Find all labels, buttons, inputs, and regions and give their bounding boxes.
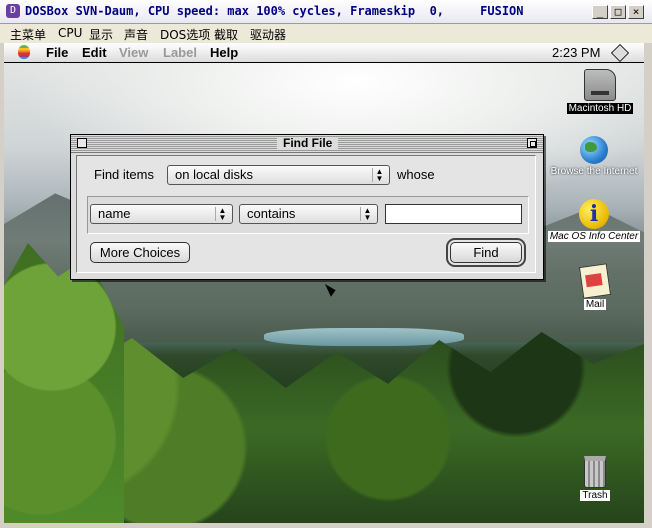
operator-popup[interactable]: contains ▲ ▼ [239,204,378,224]
desktop-icon-label: Browse the Internet [550,166,638,177]
host-menu-drives[interactable]: 驱动器 [250,26,286,43]
criteria-value-field[interactable] [385,204,522,224]
menu-file[interactable]: File [46,45,68,60]
window-collapse-box[interactable] [527,138,537,148]
menu-help[interactable]: Help [210,45,238,60]
lake [264,328,464,346]
hard-disk-icon [584,69,616,101]
popup-arrows-icon: ▲ ▼ [215,207,229,222]
menu-view[interactable]: View [119,45,148,60]
window-close-box[interactable] [77,138,87,148]
dosbox-app-icon[interactable]: D [6,4,20,18]
mac-menu-bar: File Edit View Label Help 2:23 PM [4,43,644,63]
host-menu-cpu[interactable]: CPU [58,26,82,40]
desktop-icon-label: Trash [580,490,610,501]
maximize-button[interactable]: □ [610,5,626,19]
find-button[interactable]: Find [446,238,526,267]
desktop-icon-label: Mac OS Info Center [547,231,641,242]
attribute-popup[interactable]: name ▲ ▼ [90,204,233,224]
minimize-button[interactable]: _ [592,5,608,19]
desktop-icon-mail[interactable]: Mail [570,263,620,310]
more-choices-button[interactable]: More Choices [90,242,190,263]
host-menu-dos-options[interactable]: DOS选项 [160,26,210,43]
desktop-icon-label: Mail [583,299,607,310]
whose-label: whose [397,167,435,182]
popup-arrows-icon: ▲ ▼ [360,207,374,222]
trash-icon [584,456,606,488]
attribute-popup-value: name [98,206,131,221]
desktop-icon-browse-internet[interactable]: Browse the Internet [544,136,644,177]
criteria-row: name ▲ ▼ contains ▲ ▼ [87,196,529,234]
apple-menu-icon[interactable] [18,45,30,59]
find-file-panel: Find items on local disks ▲ ▼ whose name … [76,155,536,273]
find-file-title: Find File [277,137,339,150]
host-menu-main[interactable]: 主菜单 [10,26,46,43]
menu-edit[interactable]: Edit [82,45,107,60]
application-menu-icon[interactable] [610,43,630,63]
host-menu-bar: 主菜单 CPU 显示 声音 DOS选项 截取 驱动器 [0,24,652,43]
popup-arrows-icon: ▲ ▼ [372,168,386,183]
host-menu-capture[interactable]: 截取 [214,26,238,43]
desktop-icon-info-center[interactable]: i Mac OS Info Center [544,199,644,242]
close-button[interactable]: × [628,5,644,19]
find-file-title-bar[interactable]: Find File [71,135,543,153]
host-menu-sound[interactable]: 声音 [124,26,148,43]
scope-popup[interactable]: on local disks ▲ ▼ [167,165,390,185]
operator-popup-value: contains [247,206,296,221]
host-menu-display[interactable]: 显示 [89,26,113,43]
menu-label[interactable]: Label [163,45,197,60]
mail-icon [578,263,612,299]
host-title-bar: D DOSBox SVN-Daum, CPU speed: max 100% c… [0,0,652,24]
desktop-icon-trash[interactable]: Trash [570,456,620,501]
menu-clock[interactable]: 2:23 PM [552,45,600,60]
scope-popup-value: on local disks [175,167,254,182]
info-icon: i [579,199,609,229]
globe-icon [580,136,608,164]
desktop-icon-label: Macintosh HD [566,103,634,114]
find-file-window: Find File Find items on local disks ▲ ▼ w… [70,134,544,280]
desktop-icon-macintosh-hd[interactable]: Macintosh HD [560,69,640,114]
mac-desktop[interactable]: File Edit View Label Help 2:23 PM Macint… [4,43,644,523]
host-window-title: DOSBox SVN-Daum, CPU speed: max 100% cyc… [25,4,524,18]
find-items-label: Find items [94,167,154,182]
